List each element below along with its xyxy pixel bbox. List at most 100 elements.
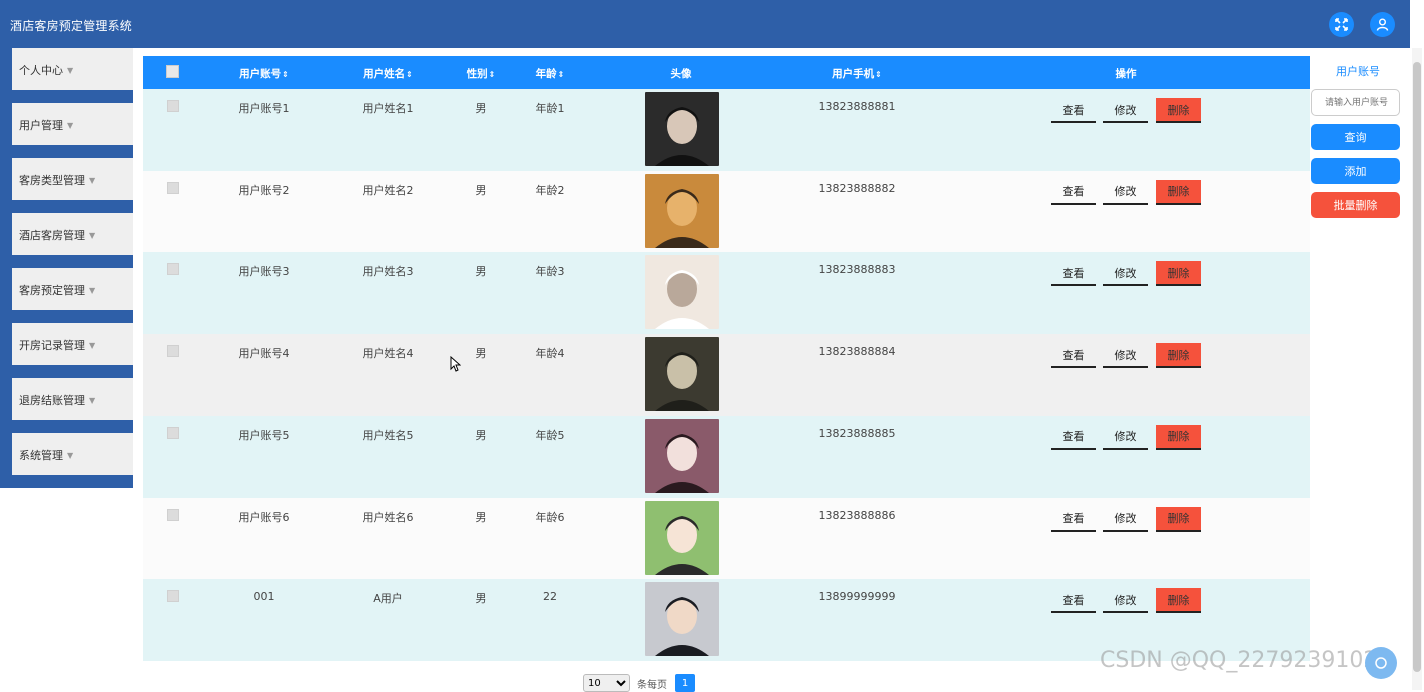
cell-gender: 男 bbox=[475, 102, 487, 115]
sort-icon: ⇕ bbox=[488, 70, 496, 79]
row-checkbox[interactable] bbox=[167, 426, 179, 439]
column-header-account[interactable]: 用户账号⇕ bbox=[239, 66, 289, 81]
edit-button[interactable]: 修改 bbox=[1103, 507, 1148, 532]
view-button[interactable]: 查看 bbox=[1051, 180, 1096, 205]
cell-gender: 男 bbox=[475, 592, 487, 606]
column-header-phone[interactable]: 用户手机⇕ bbox=[832, 66, 882, 81]
batch-delete-button[interactable]: 批量删除 bbox=[1311, 192, 1400, 218]
cell-gender: 男 bbox=[475, 347, 487, 361]
row-checkbox[interactable] bbox=[167, 100, 179, 112]
delete-button[interactable]: 删除 bbox=[1156, 98, 1201, 123]
column-header-gender[interactable]: 性别⇕ bbox=[467, 66, 496, 81]
caret-down-icon: ▼ bbox=[67, 451, 74, 460]
page-scrollbar[interactable] bbox=[1412, 48, 1422, 690]
edit-button[interactable]: 修改 bbox=[1103, 180, 1148, 205]
cell-age: 22 bbox=[543, 590, 557, 604]
mouse-cursor-icon bbox=[450, 356, 461, 372]
avatar-image bbox=[645, 582, 719, 657]
avatar-image bbox=[645, 337, 719, 412]
delete-button[interactable]: 删除 bbox=[1156, 424, 1201, 450]
app-title: 酒店客房预定管理系统 bbox=[10, 19, 133, 33]
cell-name: 用户姓名1 bbox=[362, 102, 414, 115]
sort-icon: ⇕ bbox=[406, 70, 413, 79]
cell-account: 用户账号2 bbox=[238, 183, 290, 197]
column-header-age[interactable]: 年龄⇕ bbox=[536, 66, 565, 81]
view-button[interactable]: 查看 bbox=[1051, 343, 1096, 369]
sidebar-item-checkin-records[interactable]: 开房记录管理 ▼ bbox=[0, 323, 133, 378]
edit-button[interactable]: 修改 bbox=[1103, 588, 1148, 614]
sidebar-item-room-type-management[interactable]: 客房类型管理 ▼ bbox=[0, 158, 133, 213]
sidebar-item-personal-center[interactable]: 个人中心 ▼ bbox=[0, 48, 133, 103]
cell-age: 年龄1 bbox=[535, 102, 565, 115]
sidebar-item-label: 酒店客房管理 bbox=[19, 229, 85, 242]
delete-button[interactable]: 删除 bbox=[1156, 261, 1201, 287]
sidebar-item-hotel-room-management[interactable]: 酒店客房管理 ▼ bbox=[0, 213, 133, 268]
column-header-name[interactable]: 用户姓名⇕ bbox=[363, 66, 413, 81]
select-all-checkbox[interactable] bbox=[166, 65, 179, 78]
delete-button[interactable]: 删除 bbox=[1156, 343, 1201, 369]
cell-account: 001 bbox=[253, 590, 275, 604]
view-button[interactable]: 查看 bbox=[1051, 507, 1096, 532]
sort-icon: ⇕ bbox=[557, 70, 565, 79]
cell-phone: 13823888881 bbox=[818, 100, 896, 113]
avatar-image bbox=[645, 418, 719, 493]
top-bar: 酒店客房预定管理系统 bbox=[0, 0, 1410, 48]
cell-account: 用户账号6 bbox=[238, 510, 290, 524]
sort-icon: ⇕ bbox=[282, 70, 289, 79]
add-button[interactable]: 添加 bbox=[1311, 158, 1400, 184]
account-search-input[interactable] bbox=[1311, 89, 1400, 116]
watermark: CSDN @QQ_2279239102 bbox=[1100, 648, 1378, 673]
view-button[interactable]: 查看 bbox=[1051, 98, 1096, 123]
sidebar-item-booking-management[interactable]: 客房预定管理 ▼ bbox=[0, 268, 133, 323]
view-button[interactable]: 查看 bbox=[1051, 588, 1096, 614]
row-checkbox[interactable] bbox=[167, 345, 179, 358]
sidebar-nav: 个人中心 ▼ 用户管理 ▼ 客房类型管理 ▼ 酒店客房管理 ▼ 客房预定管理 ▼ 开房记录… bbox=[0, 48, 133, 488]
sidebar-item-user-management[interactable]: 用户管理 ▼ bbox=[0, 103, 133, 158]
expand-icon bbox=[1335, 18, 1348, 31]
view-button[interactable]: 查看 bbox=[1051, 261, 1096, 287]
delete-button[interactable]: 删除 bbox=[1156, 506, 1201, 532]
cell-name: 用户姓名6 bbox=[362, 510, 414, 524]
cell-phone: 13823888882 bbox=[818, 181, 896, 195]
search-label: 用户账号 bbox=[1336, 65, 1380, 78]
table-row: 用户账号1 用户姓名1 男 年龄1 13823888881 查看 修改 删除 bbox=[143, 89, 1310, 171]
delete-button[interactable]: 删除 bbox=[1156, 588, 1201, 614]
sidebar-item-system-management[interactable]: 系统管理 ▼ bbox=[0, 433, 133, 488]
view-button[interactable]: 查看 bbox=[1051, 425, 1096, 450]
user-icon bbox=[1376, 18, 1389, 31]
caret-down-icon: ▼ bbox=[89, 286, 96, 295]
sidebar-item-checkout-billing[interactable]: 退房结账管理 ▼ bbox=[0, 378, 133, 433]
page-size-select[interactable]: 10 bbox=[583, 674, 630, 692]
row-checkbox[interactable] bbox=[167, 181, 179, 194]
avatar-image bbox=[645, 255, 719, 330]
fullscreen-button[interactable] bbox=[1329, 12, 1354, 37]
edit-button[interactable]: 修改 bbox=[1103, 425, 1148, 450]
edit-button[interactable]: 修改 bbox=[1103, 261, 1148, 287]
edit-button[interactable]: 修改 bbox=[1103, 343, 1148, 369]
edit-button[interactable]: 修改 bbox=[1103, 98, 1148, 123]
cell-age: 年龄6 bbox=[535, 510, 565, 524]
caret-down-icon: ▼ bbox=[89, 341, 96, 350]
column-header-avatar: 头像 bbox=[670, 68, 692, 80]
row-checkbox[interactable] bbox=[167, 508, 179, 521]
cell-account: 用户账号4 bbox=[238, 347, 290, 361]
sidebar-item-label: 用户管理 bbox=[19, 119, 63, 132]
cell-name: 用户姓名5 bbox=[362, 428, 414, 442]
sort-icon: ⇕ bbox=[875, 70, 882, 79]
cell-gender: 男 bbox=[475, 428, 487, 442]
floating-action-button[interactable] bbox=[1365, 647, 1397, 679]
sidebar-item-label: 个人中心 bbox=[19, 64, 63, 77]
cell-account: 用户账号1 bbox=[238, 102, 290, 115]
query-button[interactable]: 查询 bbox=[1311, 124, 1400, 150]
cell-name: 用户姓名2 bbox=[362, 183, 414, 197]
table-row: 用户账号6 用户姓名6 男 年龄6 13823888886 查看 修改 删除 bbox=[143, 497, 1310, 580]
scrollbar-thumb[interactable] bbox=[1413, 62, 1421, 672]
cell-phone: 13823888886 bbox=[818, 508, 896, 522]
delete-button[interactable]: 删除 bbox=[1156, 179, 1201, 205]
row-checkbox[interactable] bbox=[167, 590, 179, 603]
per-page-label: 条每页 bbox=[637, 679, 667, 691]
user-menu-button[interactable] bbox=[1370, 12, 1395, 37]
caret-down-icon: ▼ bbox=[89, 176, 96, 185]
row-checkbox[interactable] bbox=[167, 263, 179, 276]
page-number-button[interactable]: 1 bbox=[675, 674, 695, 692]
